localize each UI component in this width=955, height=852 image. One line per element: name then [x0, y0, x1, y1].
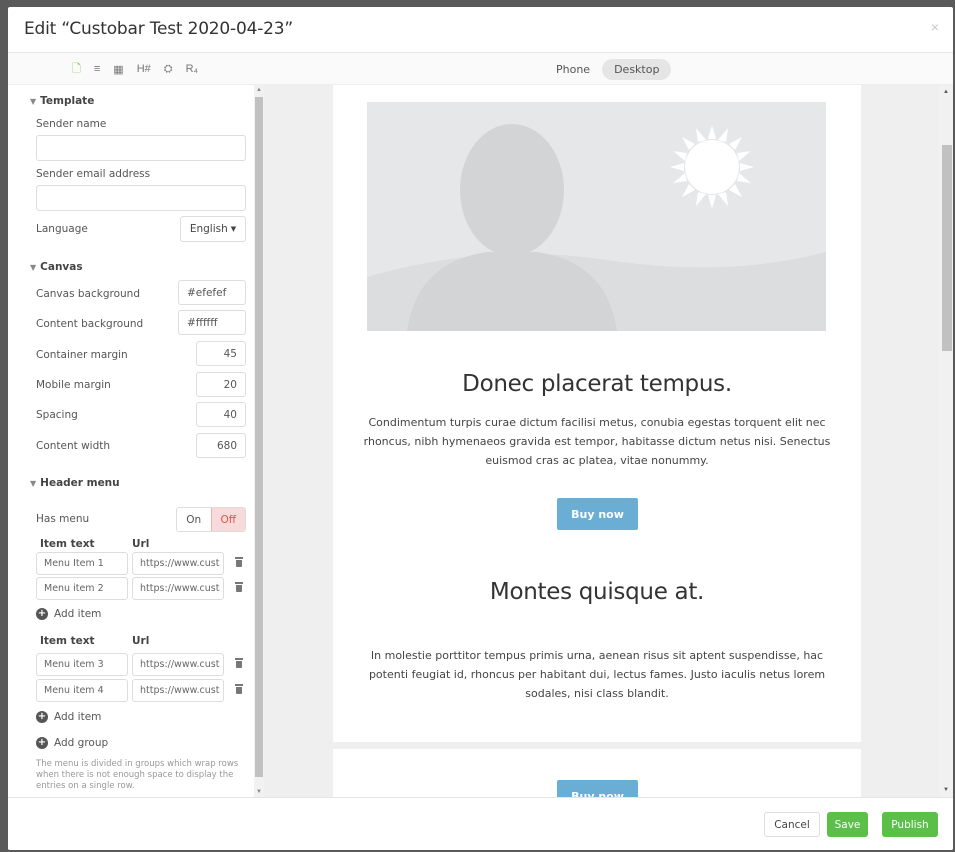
collapse-triangle-icon: ▼ — [30, 263, 37, 272]
url-column-header: Url — [132, 538, 150, 550]
plus-circle-icon: + — [36, 711, 48, 723]
translate-icon[interactable]: R₄ — [186, 63, 198, 75]
trash-icon[interactable] — [235, 684, 243, 694]
add-item-button[interactable]: + Add item — [36, 711, 101, 723]
hero-image-placeholder[interactable] — [367, 102, 826, 331]
heading-1: Donec placerat tempus. — [462, 371, 732, 397]
heading-2: Montes quisque at. — [489, 579, 705, 605]
has-menu-toggle: On Off — [176, 507, 246, 532]
buy-now-button[interactable]: Buy now — [557, 780, 638, 797]
page-icon[interactable]: 🗋 — [72, 60, 81, 79]
canvas-background-label: Canvas background — [36, 288, 140, 300]
spacing-input[interactable]: 40 — [196, 402, 246, 427]
email-preview: Donec placerat tempus. Condimentum turpi… — [264, 85, 953, 797]
image-placeholder-icon — [367, 102, 826, 331]
scroll-down-icon[interactable]: ▼ — [943, 787, 949, 793]
content-width-input[interactable]: 680 — [196, 433, 246, 458]
header-menu-section-header[interactable]: ▼ Header menu — [30, 477, 120, 489]
mobile-margin-input[interactable]: 20 — [196, 372, 246, 397]
has-menu-label: Has menu — [36, 513, 90, 525]
menu-item-url-input[interactable]: https://www.cust — [132, 552, 224, 575]
caret-down-icon: ▼ — [230, 225, 237, 233]
collapse-triangle-icon: ▼ — [30, 97, 37, 106]
modal-header: Edit “Custobar Test 2020-04-23” × — [8, 7, 953, 53]
email-content-block-2: Buy now — [333, 749, 861, 797]
menu-item-url-input[interactable]: https://www.cust — [132, 679, 224, 702]
menu-item-url-input[interactable]: https://www.cust — [132, 653, 224, 676]
content-background-input[interactable]: #ffffff — [178, 310, 246, 335]
add-item-label: Add item — [54, 711, 102, 723]
mobile-margin-label: Mobile margin — [36, 379, 111, 391]
preview-scroll-thumb[interactable] — [942, 145, 952, 351]
scroll-up-icon[interactable]: ▲ — [943, 89, 949, 95]
modal-footer: Cancel Save Publish — [8, 797, 953, 850]
item-text-column-header: Item text — [40, 538, 95, 550]
menu-help-text: The menu is divided in groups which wrap… — [36, 759, 239, 791]
buy-now-button[interactable]: Buy now — [557, 498, 638, 530]
paragraph-2: In molestie porttitor tempus primis urna… — [368, 649, 826, 700]
grid-icon[interactable]: ▦ — [113, 63, 123, 76]
template-section-header[interactable]: ▼ Template — [30, 95, 94, 107]
cancel-button[interactable]: Cancel — [764, 812, 820, 837]
menu-item-text-input[interactable]: Menu item 3 — [36, 653, 128, 676]
sender-email-input[interactable] — [36, 185, 246, 211]
desktop-view-button[interactable]: Desktop — [602, 59, 672, 80]
lines-icon[interactable]: ≡ — [94, 63, 100, 75]
settings-icon[interactable]: ⛭ — [164, 63, 173, 76]
language-value: English — [189, 223, 228, 235]
sidebar-tools: 🗋 ≡ ▦ H# ⛭ R₄ — [8, 53, 262, 85]
menu-item-text-input[interactable]: Menu Item 1 — [36, 552, 128, 575]
email-content: Donec placerat tempus. Condimentum turpi… — [333, 85, 861, 742]
collapse-triangle-icon: ▼ — [30, 479, 37, 488]
close-icon[interactable]: × — [931, 19, 939, 35]
phone-view-button[interactable]: Phone — [544, 59, 602, 80]
scroll-up-icon[interactable]: ▲ — [256, 87, 262, 93]
add-group-label: Add group — [54, 737, 109, 749]
modal-title: Edit “Custobar Test 2020-04-23” — [24, 19, 293, 39]
content-background-label: Content background — [36, 318, 144, 330]
paragraph-1: Condimentum turpis curae dictum facilisi… — [363, 416, 831, 467]
add-group-button[interactable]: + Add group — [36, 737, 108, 749]
view-toggle: Phone Desktop — [544, 59, 672, 80]
container-margin-label: Container margin — [36, 349, 128, 361]
add-item-label: Add item — [54, 608, 102, 620]
canvas-section-title: Canvas — [40, 261, 83, 273]
url-column-header: Url — [132, 635, 150, 647]
canvas-section-header[interactable]: ▼ Canvas — [30, 261, 83, 273]
sender-name-label: Sender name — [36, 118, 107, 130]
toggle-off-button[interactable]: Off — [210, 508, 245, 531]
language-label: Language — [36, 223, 88, 235]
item-text-column-header: Item text — [40, 635, 95, 647]
toggle-on-button[interactable]: On — [177, 508, 211, 531]
plus-circle-icon: + — [36, 737, 48, 749]
trash-icon[interactable] — [235, 582, 243, 592]
container-margin-input[interactable]: 45 — [196, 341, 246, 366]
heading-icon[interactable]: H# — [137, 63, 151, 75]
save-button[interactable]: Save — [827, 812, 868, 837]
language-select[interactable]: English ▼ — [180, 216, 246, 242]
scroll-down-icon[interactable]: ▼ — [256, 789, 262, 795]
spacing-label: Spacing — [36, 409, 78, 421]
sender-email-label: Sender email address — [36, 168, 151, 180]
header-menu-section-title: Header menu — [40, 477, 120, 489]
edit-modal: Edit “Custobar Test 2020-04-23” × 🗋 ≡ ▦ … — [8, 7, 953, 850]
preview-scrollbar[interactable]: ▲ ▼ — [939, 85, 953, 797]
plus-circle-icon: + — [36, 608, 48, 620]
publish-button[interactable]: Publish — [882, 812, 938, 837]
menu-item-url-input[interactable]: https://www.cust — [132, 577, 224, 600]
trash-icon[interactable] — [235, 557, 243, 567]
menu-item-text-input[interactable]: Menu item 4 — [36, 679, 128, 702]
sidebar-scroll-thumb[interactable] — [255, 97, 263, 777]
canvas-background-input[interactable]: #efefef — [178, 280, 246, 305]
editor-toolbar: 🗋 ≡ ▦ H# ⛭ R₄ Phone Desktop — [8, 53, 953, 85]
menu-item-text-input[interactable]: Menu item 2 — [36, 577, 128, 600]
template-section-title: Template — [40, 95, 95, 107]
sender-name-input[interactable] — [36, 135, 246, 161]
sidebar-scrollbar[interactable]: ▲ ▼ — [254, 85, 264, 797]
settings-sidebar: ▼ Template Sender name Sender email addre… — [16, 85, 254, 797]
content-width-label: Content width — [36, 440, 111, 452]
trash-icon[interactable] — [235, 658, 243, 668]
add-item-button[interactable]: + Add item — [36, 608, 101, 620]
